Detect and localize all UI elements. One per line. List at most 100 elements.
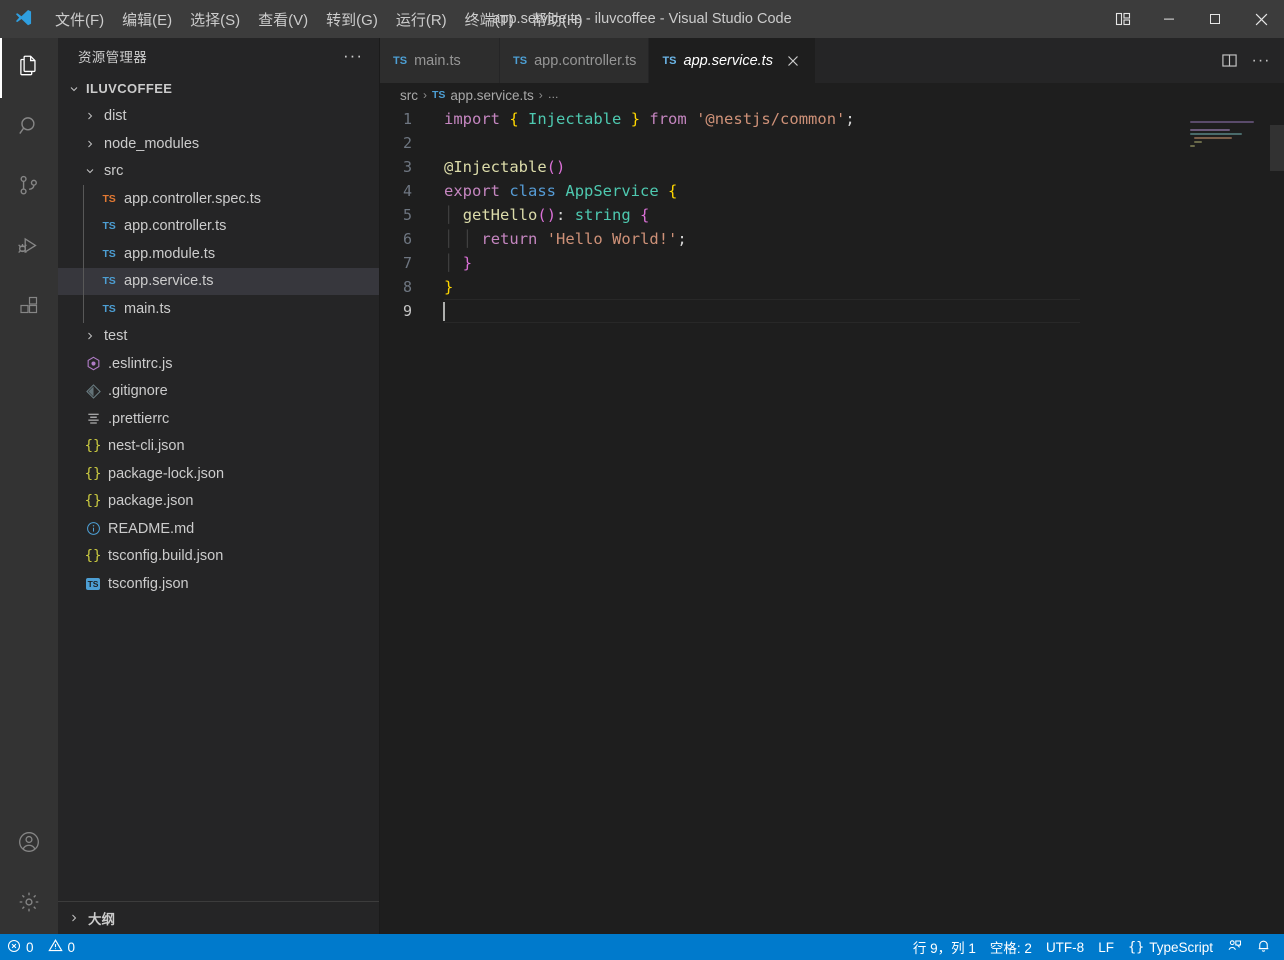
tree-item-app-service[interactable]: TS app.service.ts (58, 268, 379, 296)
customize-layout-icon[interactable] (1100, 0, 1146, 38)
tree-item-label: node_modules (104, 136, 199, 152)
menu-view[interactable]: 查看(V) (249, 0, 317, 38)
tab-app-service-ts[interactable]: TS app.service.ts (649, 38, 816, 83)
sidebar-more-actions-icon[interactable]: ··· (333, 46, 373, 66)
code-content[interactable]: 1import { Injectable } from '@nestjs/com… (380, 107, 1182, 323)
tree-item-label: README.md (108, 521, 194, 537)
tree-item-app-module[interactable]: TS app.module.ts (58, 240, 379, 268)
tree-item-src[interactable]: src (58, 158, 379, 186)
maximize-button[interactable] (1192, 0, 1238, 38)
line-text: import { Injectable } from '@nestjs/comm… (438, 107, 855, 131)
minimap-slider[interactable] (1270, 125, 1284, 171)
json-icon: {} (82, 438, 104, 454)
activity-search[interactable] (0, 98, 58, 158)
breadcrumb-item-file[interactable]: app.service.ts (450, 88, 533, 103)
menu-go[interactable]: 转到(G) (317, 0, 387, 38)
current-line-highlight (444, 299, 1080, 323)
code-line[interactable]: 2 (380, 131, 1182, 155)
code-line[interactable]: 6│ │ return 'Hello World!'; (380, 227, 1182, 251)
tab-main-ts[interactable]: TS main.ts (380, 38, 500, 83)
code-scroll[interactable]: 1import { Injectable } from '@nestjs/com… (380, 107, 1182, 934)
tree-item-label: app.module.ts (124, 246, 215, 262)
eslint-icon (82, 356, 104, 371)
activity-account[interactable] (0, 814, 58, 874)
code-line[interactable]: 4export class AppService { (380, 179, 1182, 203)
menu-bar[interactable]: 文件(F) 编辑(E) 选择(S) 查看(V) 转到(G) 运行(R) 终端(T… (46, 0, 592, 38)
tree-item-package-json[interactable]: {} package.json (58, 488, 379, 516)
tree-item-main[interactable]: TS main.ts (58, 295, 379, 323)
code-line[interactable]: 1import { Injectable } from '@nestjs/com… (380, 107, 1182, 131)
tree-item-label: test (104, 328, 127, 344)
token-keyword: return (481, 230, 537, 248)
close-button[interactable] (1238, 0, 1284, 38)
status-notifications[interactable] (1249, 934, 1278, 960)
tree-item-node-modules[interactable]: node_modules (58, 130, 379, 158)
tree-root-iluvcoffee[interactable]: ILUVCOFFEE (58, 75, 379, 103)
sidebar-title: 资源管理器 (78, 46, 147, 66)
menu-selection[interactable]: 选择(S) (181, 0, 249, 38)
code-line[interactable]: 8} (380, 275, 1182, 299)
tree-item-nest-cli-json[interactable]: {} nest-cli.json (58, 433, 379, 461)
outline-panel-header[interactable]: 大纲 (58, 901, 379, 934)
minimap[interactable] (1182, 107, 1284, 934)
activity-explorer[interactable] (0, 38, 58, 98)
menu-edit[interactable]: 编辑(E) (113, 0, 181, 38)
code-line[interactable]: 5│ getHello(): string { (380, 203, 1182, 227)
tree-item-eslintrc[interactable]: .eslintrc.js (58, 350, 379, 378)
status-editor-position[interactable]: 行 9，列 1 (906, 934, 983, 960)
tree-item-gitignore[interactable]: .gitignore (58, 378, 379, 406)
tree-item-label: package.json (108, 493, 193, 509)
tree-item-label: .eslintrc.js (108, 356, 172, 372)
menu-terminal[interactable]: 终端(T) (456, 0, 523, 38)
menu-file[interactable]: 文件(F) (46, 0, 113, 38)
tree-item-package-lock-json[interactable]: {} package-lock.json (58, 460, 379, 488)
code-line[interactable]: 3@Injectable() (380, 155, 1182, 179)
menu-help[interactable]: 帮助(H) (523, 0, 592, 38)
editor-tabs[interactable]: TS main.ts TS app.controller.ts TS app.s… (380, 38, 816, 83)
token-keyword: from (649, 110, 686, 128)
breadcrumb[interactable]: src › TS app.service.ts › … (380, 83, 1284, 107)
code-editor[interactable]: 1import { Injectable } from '@nestjs/com… (380, 107, 1284, 934)
activity-run-debug[interactable] (0, 218, 58, 278)
outline-panel-label: 大纲 (88, 908, 115, 928)
activity-settings[interactable] (0, 874, 58, 934)
activity-extensions[interactable] (0, 278, 58, 338)
code-line[interactable]: 7│ } (380, 251, 1182, 275)
status-problems[interactable]: 0 0 (0, 934, 82, 960)
tree-item-label: app.controller.spec.ts (124, 191, 261, 207)
status-feedback[interactable] (1220, 934, 1249, 960)
tree-item-tsconfig-build-json[interactable]: {} tsconfig.build.json (58, 543, 379, 571)
token-type: AppService (565, 182, 658, 200)
tree-item-dist[interactable]: dist (58, 103, 379, 131)
status-editor-encoding[interactable]: UTF-8 (1039, 934, 1091, 960)
breadcrumb-item-symbols[interactable]: … (548, 89, 559, 101)
feedback-icon (1227, 938, 1242, 956)
search-icon (16, 113, 42, 144)
status-editor-language[interactable]: {} TypeScript (1121, 934, 1220, 960)
tree-item-app-controller[interactable]: TS app.controller.ts (58, 213, 379, 241)
status-editor-eol[interactable]: LF (1091, 934, 1121, 960)
tree-item-label: .gitignore (108, 383, 168, 399)
minimize-button[interactable] (1146, 0, 1192, 38)
ts-icon: TS (98, 275, 120, 287)
tree-item-test[interactable]: test (58, 323, 379, 351)
file-tree[interactable]: ILUVCOFFEE dist node_modules (58, 73, 379, 901)
line-text: │ │ return 'Hello World!'; (438, 227, 687, 251)
status-editor-indentation[interactable]: 空格: 2 (983, 934, 1039, 960)
tree-item-prettierrc[interactable]: .prettierrc (58, 405, 379, 433)
code-line-current[interactable]: 9 (380, 299, 1182, 323)
tree-item-readme[interactable]: README.md (58, 515, 379, 543)
tree-item-app-controller-spec[interactable]: TS app.controller.spec.ts (58, 185, 379, 213)
menu-run[interactable]: 运行(R) (387, 0, 456, 38)
line-text: │ } (438, 251, 472, 275)
tab-app-controller-ts[interactable]: TS app.controller.ts (500, 38, 649, 83)
more-actions-icon[interactable]: ··· (1246, 46, 1276, 76)
split-editor-right-icon[interactable] (1214, 46, 1244, 76)
tree-item-tsconfig-json[interactable]: TS tsconfig.json (58, 570, 379, 598)
tab-label: main.ts (414, 53, 461, 69)
breadcrumb-item-src[interactable]: src (400, 88, 418, 103)
activity-source-control[interactable] (0, 158, 58, 218)
close-icon[interactable] (784, 51, 803, 70)
language-label: TypeScript (1149, 940, 1213, 955)
token-bracket: { (640, 206, 649, 224)
